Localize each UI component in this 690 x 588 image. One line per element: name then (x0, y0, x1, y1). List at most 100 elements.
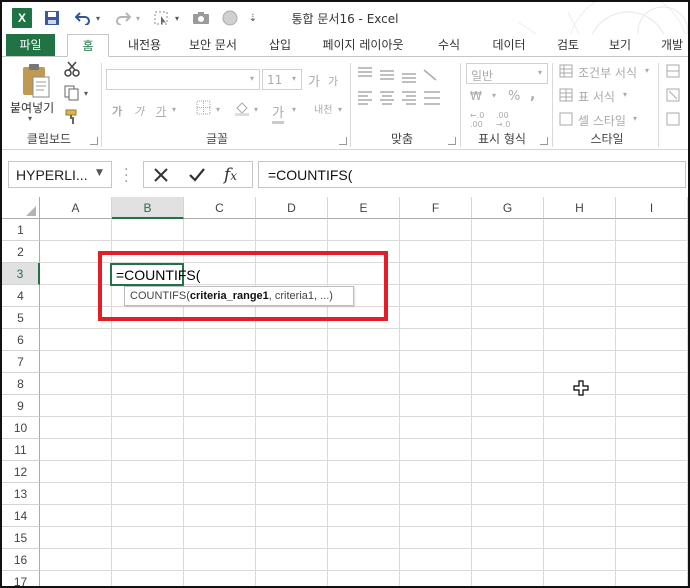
table-format-button[interactable]: 표 서식 (578, 88, 615, 105)
italic-button[interactable]: 가 (134, 103, 144, 119)
column-header[interactable]: E (328, 197, 400, 219)
row-header[interactable]: 7 (2, 351, 40, 373)
grid-line (40, 416, 688, 417)
paste-dropdown-icon[interactable]: ▾ (28, 114, 32, 123)
row-header[interactable]: 4 (2, 285, 40, 307)
percent-button[interactable]: % (508, 89, 520, 104)
row-header[interactable]: 13 (2, 483, 40, 505)
format-painter-icon[interactable] (64, 109, 80, 129)
border-icon[interactable] (196, 100, 211, 119)
formula-input[interactable]: =COUNTIFS( (258, 161, 686, 188)
font-name-dropdown-icon[interactable]: ▾ (250, 74, 254, 83)
row-header[interactable]: 5 (2, 307, 40, 329)
phonetic-dropdown-icon[interactable]: ▾ (338, 105, 342, 114)
cut-icon[interactable] (64, 61, 80, 81)
row-header[interactable]: 16 (2, 549, 40, 571)
font-color-dropdown-icon[interactable]: ▾ (292, 105, 296, 114)
increase-decimal-icon[interactable]: ←.0.00 (470, 111, 484, 129)
fill-dropdown-icon[interactable]: ▾ (254, 105, 258, 114)
paste-icon[interactable] (20, 63, 52, 103)
column-header[interactable]: I (616, 197, 688, 219)
tab-data[interactable]: 데이터 (484, 34, 534, 57)
column-header[interactable]: D (256, 197, 328, 219)
decrease-decimal-icon[interactable]: .00 →.0 (496, 111, 510, 129)
number-format-dropdown-icon[interactable]: ▾ (538, 68, 542, 77)
select-all-corner[interactable] (2, 197, 40, 219)
tab-page-layout[interactable]: 페이지 레이아웃 (314, 34, 412, 57)
grow-font-button[interactable]: 가 (308, 71, 320, 90)
row-header[interactable]: 6 (2, 329, 40, 351)
insert-function-icon[interactable]: fx (224, 165, 237, 185)
underline-dropdown-icon[interactable]: ▾ (172, 105, 176, 114)
tab-review[interactable]: 검토 (547, 34, 589, 57)
cell-style-icon[interactable] (559, 112, 573, 130)
tab-view[interactable]: 보기 (599, 34, 641, 57)
conditional-format-icon[interactable] (559, 64, 573, 82)
grid-line (40, 548, 688, 549)
font-size-dropdown-icon[interactable]: ▾ (292, 74, 296, 83)
row-header[interactable]: 17 (2, 571, 40, 586)
bold-button[interactable]: 가 (112, 103, 122, 119)
number-format-field[interactable]: 일반 (466, 63, 548, 84)
paste-button[interactable]: 붙여넣기 (10, 99, 54, 116)
row-header[interactable]: 10 (2, 417, 40, 439)
currency-button[interactable]: ₩ (470, 89, 482, 103)
border-dropdown-icon[interactable]: ▾ (216, 105, 220, 114)
phonetic-button[interactable]: 내천 (314, 101, 332, 116)
cell-cursor-icon (573, 380, 589, 400)
name-box-dropdown-icon[interactable]: ▼ (96, 168, 103, 178)
tab-formulas[interactable]: 수식 (427, 34, 471, 57)
table-format-icon[interactable] (559, 88, 573, 106)
number-launcher-icon[interactable] (540, 137, 548, 145)
font-launcher-icon[interactable] (339, 137, 347, 145)
insert-cells-icon[interactable] (666, 64, 680, 82)
tab-home[interactable]: 홈 (67, 34, 109, 57)
row-header[interactable]: 8 (2, 373, 40, 395)
clipboard-launcher-icon[interactable] (90, 137, 98, 145)
conditional-format-button[interactable]: 조건부 서식 (578, 64, 637, 81)
delete-cells-icon[interactable] (666, 88, 680, 106)
underline-button[interactable]: 가 (156, 103, 166, 119)
font-color-button[interactable]: 가 (272, 102, 284, 124)
group-divider (658, 63, 659, 147)
row-header[interactable]: 9 (2, 395, 40, 417)
comma-button[interactable]: , (530, 87, 535, 103)
row-header[interactable]: 14 (2, 505, 40, 527)
currency-dropdown-icon[interactable]: ▾ (492, 91, 496, 100)
cancel-icon[interactable] (152, 166, 170, 188)
font-name-field[interactable] (106, 69, 260, 90)
tab-developer[interactable]: 개발 (652, 34, 688, 57)
grid-line (40, 526, 688, 527)
grid-line (543, 219, 544, 586)
alignment-launcher-icon[interactable] (448, 137, 456, 145)
column-header[interactable]: B (112, 197, 184, 219)
shrink-font-button[interactable]: 가 (328, 73, 338, 89)
column-header[interactable]: G (472, 197, 544, 219)
row-header[interactable]: 1 (2, 219, 40, 241)
fill-color-icon[interactable] (234, 100, 250, 120)
enter-icon[interactable] (188, 166, 206, 188)
cell-style-dropdown-icon[interactable]: ▾ (633, 114, 637, 123)
copy-dropdown-icon[interactable]: ▾ (84, 89, 88, 98)
grid-line (40, 394, 688, 395)
conditional-format-dropdown-icon[interactable]: ▾ (645, 66, 649, 75)
tab-file[interactable]: 파일 (6, 34, 55, 57)
row-header[interactable]: 3 (2, 263, 40, 285)
tab-insert[interactable]: 삽입 (258, 34, 302, 57)
column-header[interactable]: F (400, 197, 472, 219)
copy-icon[interactable] (64, 85, 80, 105)
column-header[interactable]: A (40, 197, 112, 219)
row-header[interactable]: 11 (2, 439, 40, 461)
format-cells-icon[interactable] (666, 112, 680, 130)
table-format-dropdown-icon[interactable]: ▾ (623, 90, 627, 99)
cell-style-button[interactable]: 셀 스타일 (578, 112, 626, 129)
tab-security-docs[interactable]: 보안 문서 (182, 34, 244, 57)
row-header[interactable]: 15 (2, 527, 40, 549)
worksheet-grid[interactable]: A B C D E F G H I 1 2 3 4 5 6 7 8 9 10 1… (2, 197, 688, 586)
row-header[interactable]: 12 (2, 461, 40, 483)
column-header[interactable]: C (184, 197, 256, 219)
tab-my-use[interactable]: 내전용 (117, 34, 172, 57)
row-header[interactable]: 2 (2, 241, 40, 263)
column-header[interactable]: H (544, 197, 616, 219)
alignment-icons[interactable] (356, 65, 446, 125)
